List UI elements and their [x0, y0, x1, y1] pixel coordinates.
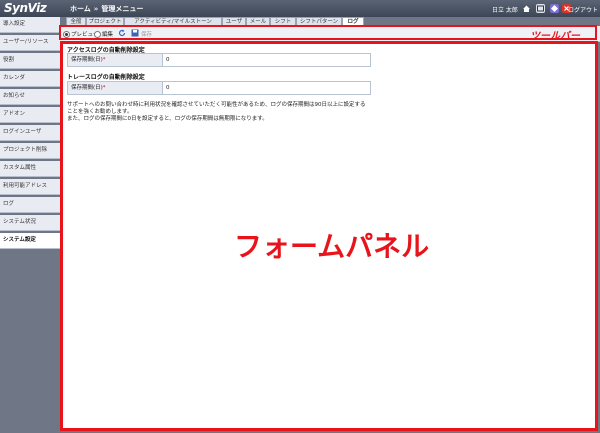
toolbar-annotation-box	[59, 25, 597, 40]
sidebar-item-login-users[interactable]: ログインユーザ	[0, 125, 60, 141]
logout-link[interactable]: ログアウト	[568, 5, 598, 14]
home-icon[interactable]	[522, 4, 531, 13]
sidebar-item-system-settings[interactable]: システム設定	[0, 233, 60, 249]
sidebar-item-setup[interactable]: 導入設定	[0, 17, 60, 33]
app-header: SynViz ホーム» 管理メニュー 日立 太郎 ログアウト	[0, 0, 600, 17]
window-icon[interactable]	[536, 4, 545, 13]
sidebar-item-system-status[interactable]: システム状況	[0, 215, 60, 231]
sidebar-item-logs[interactable]: ログ	[0, 197, 60, 213]
sidebar-item-calendar[interactable]: カレンダ	[0, 71, 60, 87]
sidebar-item-allowed-addresses[interactable]: 利用可能アドレス	[0, 179, 60, 195]
app-logo: SynViz	[4, 1, 47, 15]
breadcrumb: ホーム» 管理メニュー	[70, 4, 143, 14]
breadcrumb-home[interactable]: ホーム	[70, 5, 91, 13]
sidebar-item-users-resources[interactable]: ユーザー/リソース	[0, 35, 60, 51]
help-icon[interactable]	[550, 4, 559, 13]
breadcrumb-admin-menu: 管理メニュー	[101, 5, 144, 13]
toolbar-annotation-label: ツールバー	[530, 31, 580, 42]
sidebar-item-roles[interactable]: 役割	[0, 53, 60, 69]
sidebar: 導入設定 ユーザー/リソース 役割 カレンダ お知らせ アドオン ログインユーザ…	[0, 17, 60, 433]
sidebar-item-addons[interactable]: アドオン	[0, 107, 60, 123]
user-name: 日立 太郎	[492, 7, 518, 14]
sidebar-item-notices[interactable]: お知らせ	[0, 89, 60, 105]
sidebar-item-project-delete[interactable]: プロジェクト削除	[0, 143, 60, 159]
sidebar-item-custom-attributes[interactable]: カスタム属性	[0, 161, 60, 177]
form-panel-annotation-label: フォームパネル	[234, 230, 430, 263]
breadcrumb-separator: »	[93, 5, 99, 13]
